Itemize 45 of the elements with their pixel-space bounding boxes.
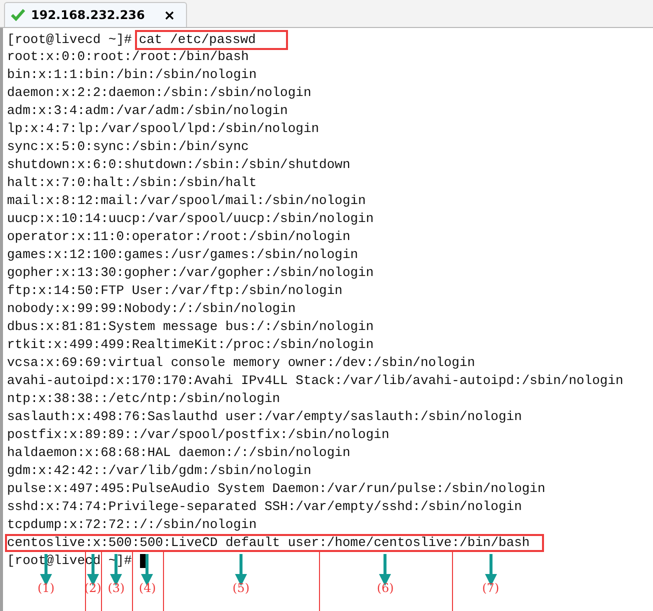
output-line: root:x:0:0:root:/root:/bin/bash bbox=[7, 48, 250, 66]
output-line: lp:x:4:7:lp:/var/spool/lpd:/sbin/nologin bbox=[7, 120, 320, 138]
output-line: dbus:x:81:81:System message bus:/:/sbin/nologin bbox=[7, 318, 375, 336]
output-line: nobody:x:99:99:Nobody:/:/sbin/nologin bbox=[7, 300, 297, 318]
shell-prompt: [root@livecd ~]# bbox=[7, 32, 132, 47]
output-line: gdm:x:42:42::/var/lib/gdm:/sbin/nologin bbox=[7, 462, 312, 480]
output-line: ntp:x:38:38::/etc/ntp:/sbin/nologin bbox=[7, 390, 282, 408]
tab-title: 192.168.232.236 bbox=[31, 8, 145, 22]
output-line: adm:x:3:4:adm:/var/adm:/sbin/nologin bbox=[7, 102, 289, 120]
output-line: saslauth:x:498:76:Saslauthd user:/var/empty/saslauth:/sbin/nologin bbox=[7, 408, 523, 426]
output-line: rtkit:x:499:499:RealtimeKit:/proc:/sbin/nologin bbox=[7, 336, 375, 354]
passwd-field: :LiveCD default user bbox=[163, 536, 320, 550]
output-line: sshd:x:74:74:Privilege-separated SSH:/var/empty/sshd:/sbin/nologin bbox=[7, 498, 523, 516]
callout-label: (4) bbox=[138, 580, 156, 596]
callout-label: (3) bbox=[108, 580, 125, 596]
callout-label: (6) bbox=[376, 580, 394, 596]
passwd-field: centoslive bbox=[7, 536, 86, 550]
output-line: mail:x:8:12:mail:/var/spool/mail:/sbin/nologin bbox=[7, 192, 367, 210]
output-line: pulse:x:497:495:PulseAudio System Daemon:/var/run/pulse:/sbin/nologin bbox=[7, 480, 546, 498]
passwd-field: :/home/centoslive bbox=[319, 536, 452, 550]
passwd-field: :x bbox=[85, 536, 101, 550]
callout-label: (5) bbox=[232, 580, 250, 596]
session-tab[interactable]: 192.168.232.236 bbox=[4, 2, 187, 27]
passwd-field: :500 bbox=[132, 536, 164, 550]
output-line: tcpdump:x:72:72::/:/sbin/nologin bbox=[7, 516, 258, 534]
command-text: cat /etc/passwd bbox=[134, 30, 288, 50]
output-line: halt:x:7:0:halt:/sbin:/sbin/halt bbox=[7, 174, 258, 192]
passwd-field: :500 bbox=[100, 536, 132, 550]
output-line: bin:x:1:1:bin:/bin:/sbin/nologin bbox=[7, 66, 258, 84]
output-line: shutdown:x:6:0:shutdown:/sbin:/sbin/shutdown bbox=[7, 156, 352, 174]
close-icon[interactable] bbox=[164, 10, 174, 20]
output-line: uucp:x:10:14:uucp:/var/spool/uucp:/sbin/nologin bbox=[7, 210, 375, 228]
output-line: daemon:x:2:2:daemon:/sbin:/sbin/nologin bbox=[7, 84, 312, 102]
output-line: ftp:x:14:50:FTP User:/var/ftp:/sbin/nologin bbox=[7, 282, 344, 300]
output-line: avahi-autoipd:x:170:170:Avahi IPv4LL Stack:/var/lib/avahi-autoipd:/sbin/nologin bbox=[7, 372, 624, 390]
output-line: operator:x:11:0:operator:/root:/sbin/nologin bbox=[7, 228, 352, 246]
passwd-field: :/bin/bash bbox=[452, 536, 530, 550]
output-line: sync:x:5:0:sync:/sbin:/bin/sync bbox=[7, 138, 250, 156]
output-line: haldaemon:x:68:68:HAL daemon:/:/sbin/nologin bbox=[7, 444, 352, 462]
callout-label: (7) bbox=[482, 580, 500, 596]
output-line: games:x:12:100:games:/usr/games:/sbin/nologin bbox=[7, 246, 360, 264]
output-line: postfix:x:89:89::/var/spool/postfix:/sbin/nologin bbox=[7, 426, 390, 444]
output-line: vcsa:x:69:69:virtual console memory owner:/dev:/sbin/nologin bbox=[7, 354, 476, 372]
callout-label: (1) bbox=[38, 580, 54, 596]
output-line: gopher:x:13:30:gopher:/var/gopher:/sbin/nologin bbox=[7, 264, 375, 282]
